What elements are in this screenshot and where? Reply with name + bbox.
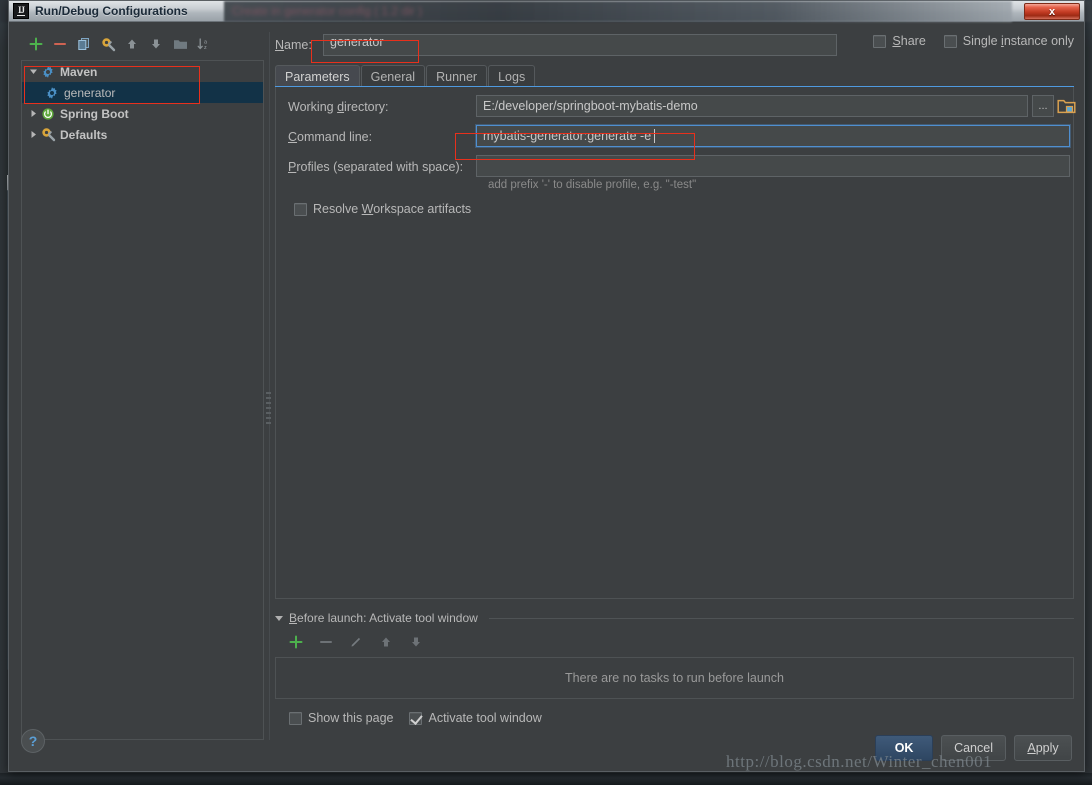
splitter-grip[interactable] xyxy=(266,392,272,424)
tree-item-generator[interactable]: generator xyxy=(22,82,263,103)
apply-button[interactable]: Apply xyxy=(1014,735,1072,761)
tab-logs[interactable]: Logs xyxy=(488,65,536,87)
show-this-page-checkbox-box[interactable] xyxy=(289,711,302,725)
configuration-tabs: Parameters General Runner Logs xyxy=(275,65,536,87)
chevron-down-icon[interactable] xyxy=(275,614,284,623)
add-task-button[interactable] xyxy=(285,631,307,653)
task-move-down-button xyxy=(405,631,427,653)
copy-configuration-button[interactable] xyxy=(73,33,95,55)
watermark-text: http://blog.csdn.net/Winter_chen001 xyxy=(726,752,993,771)
resolve-workspace-checkbox-box[interactable] xyxy=(294,202,307,216)
dialog-title: Run/Debug Configurations xyxy=(35,4,188,18)
tree-item-label: Maven xyxy=(60,64,98,79)
create-folder-button[interactable] xyxy=(169,33,191,55)
activate-tool-window-checkbox[interactable]: Activate tool window xyxy=(409,711,542,725)
expand-collapse-icon-defaults[interactable] xyxy=(26,124,40,145)
folder-open-icon[interactable] xyxy=(1056,96,1076,116)
sort-configurations-button[interactable]: a z xyxy=(193,33,215,55)
before-launch-header[interactable]: Before launch: Activate tool window xyxy=(275,610,1074,626)
profiles-input[interactable] xyxy=(476,155,1070,177)
wrench-gear-icon xyxy=(40,127,56,143)
tab-general[interactable]: General xyxy=(360,65,426,87)
show-this-page-checkbox-label: Show this page xyxy=(308,711,394,725)
configuration-editor-panel: Name: generator Share Single instance on… xyxy=(275,32,1076,740)
move-up-button[interactable] xyxy=(121,33,143,55)
run-debug-configurations-dialog: Create in generator config ( 1.2 dir ) I… xyxy=(8,0,1085,772)
add-configuration-button[interactable] xyxy=(25,33,47,55)
profiles-hint: add prefix '-' to disable profile, e.g. … xyxy=(488,179,697,191)
move-down-button[interactable] xyxy=(145,33,167,55)
name-row: Name: generator Share Single instance on… xyxy=(275,32,1074,58)
spring-boot-icon xyxy=(40,106,56,122)
ide-backdrop-statusbar xyxy=(0,773,1092,785)
svg-text:z: z xyxy=(204,45,207,51)
tree-item-defaults[interactable]: Defaults xyxy=(22,124,263,145)
single-instance-checkbox-box[interactable] xyxy=(943,34,957,48)
before-launch-rule xyxy=(488,617,1074,619)
tree-item-spring-boot[interactable]: Spring Boot xyxy=(22,103,263,124)
profiles-label: Profiles (separated with space): xyxy=(288,160,464,174)
before-launch-section: Before launch: Activate tool window Ther… xyxy=(275,610,1074,725)
tree-item-label: generator xyxy=(64,85,116,100)
edit-defaults-button[interactable] xyxy=(97,33,119,55)
profiles-row: Profiles (separated with space): xyxy=(288,155,463,179)
maven-gear-icon xyxy=(44,85,60,101)
single-instance-only-checkbox[interactable]: Single instance only xyxy=(943,34,1074,48)
before-launch-task-list[interactable]: There are no tasks to run before launch xyxy=(275,657,1074,699)
single-instance-checkbox-label: Single instance only xyxy=(962,34,1074,48)
panel-splitter[interactable] xyxy=(265,32,273,740)
command-line-row: Command line: xyxy=(288,125,372,149)
name-label: Name: xyxy=(275,38,312,52)
share-options: Share Single instance only xyxy=(873,34,1074,48)
working-directory-browse-ellipsis-button[interactable]: ... xyxy=(1032,95,1054,117)
name-input[interactable]: generator xyxy=(323,34,837,56)
before-launch-footer: Show this page Activate tool window xyxy=(275,711,1074,725)
activate-tool-window-checkbox-label: Activate tool window xyxy=(428,711,542,725)
text-caret xyxy=(654,129,656,143)
titlebar-ghost-text: Create in generator config ( 1.2 dir ) xyxy=(232,4,423,18)
before-launch-empty-text: There are no tasks to run before launch xyxy=(565,671,784,685)
before-launch-title: Before launch: Activate tool window xyxy=(289,611,478,625)
expand-collapse-icon-spring-boot[interactable] xyxy=(26,103,40,124)
tab-runner[interactable]: Runner xyxy=(426,65,488,87)
intellij-idea-icon: IJ xyxy=(13,3,29,19)
edit-task-pencil-icon xyxy=(345,631,367,653)
before-launch-toolbar xyxy=(275,629,1074,655)
share-checkbox[interactable]: Share xyxy=(873,34,926,48)
command-line-label: Command line: xyxy=(288,130,373,144)
resolve-workspace-checkbox-label: Resolve Workspace artifacts xyxy=(313,202,472,216)
remove-task-button xyxy=(315,631,337,653)
tree-item-maven[interactable]: Maven xyxy=(22,61,263,82)
task-move-up-button xyxy=(375,631,397,653)
tree-item-label: Defaults xyxy=(60,127,108,142)
dialog-titlebar: Create in generator config ( 1.2 dir ) I… xyxy=(9,1,1084,22)
tab-parameters[interactable]: Parameters xyxy=(275,65,360,87)
share-checkbox-label: Share xyxy=(892,34,926,48)
help-button[interactable]: ? xyxy=(21,729,45,753)
command-line-value: mybatis-generator:generate -e xyxy=(483,129,652,143)
resolve-workspace-artifacts-checkbox[interactable]: Resolve Workspace artifacts xyxy=(294,202,471,216)
configurations-panel: a z Maven generator Spring Boot Defaults xyxy=(21,32,264,740)
share-checkbox-box[interactable] xyxy=(873,34,887,48)
configurations-toolbar: a z xyxy=(21,32,264,56)
show-this-page-checkbox[interactable]: Show this page xyxy=(289,711,393,725)
configurations-tree[interactable]: Maven generator Spring Boot Defaults xyxy=(21,60,264,740)
tree-item-label: Spring Boot xyxy=(60,106,129,121)
remove-configuration-button[interactable] xyxy=(49,33,71,55)
dialog-body: a z Maven generator Spring Boot Defaults… xyxy=(9,22,1084,773)
splitter-line xyxy=(269,32,270,740)
close-window-button[interactable]: x xyxy=(1024,3,1080,20)
activate-tool-window-checkbox-box[interactable] xyxy=(409,711,423,725)
working-directory-label: Working directory: xyxy=(288,100,389,114)
working-directory-input[interactable]: E:/developer/springboot-mybatis-demo xyxy=(476,95,1028,117)
expand-collapse-icon-maven[interactable] xyxy=(26,61,40,82)
titlebar-backdrop-overlay: Create in generator config ( 1.2 dir ) xyxy=(224,1,1012,22)
command-line-input[interactable]: mybatis-generator:generate -e xyxy=(476,125,1070,147)
parameters-tab-content: Working directory: E:/developer/springbo… xyxy=(275,87,1076,599)
maven-gear-icon xyxy=(40,64,56,80)
working-directory-row: Working directory: xyxy=(288,95,389,119)
